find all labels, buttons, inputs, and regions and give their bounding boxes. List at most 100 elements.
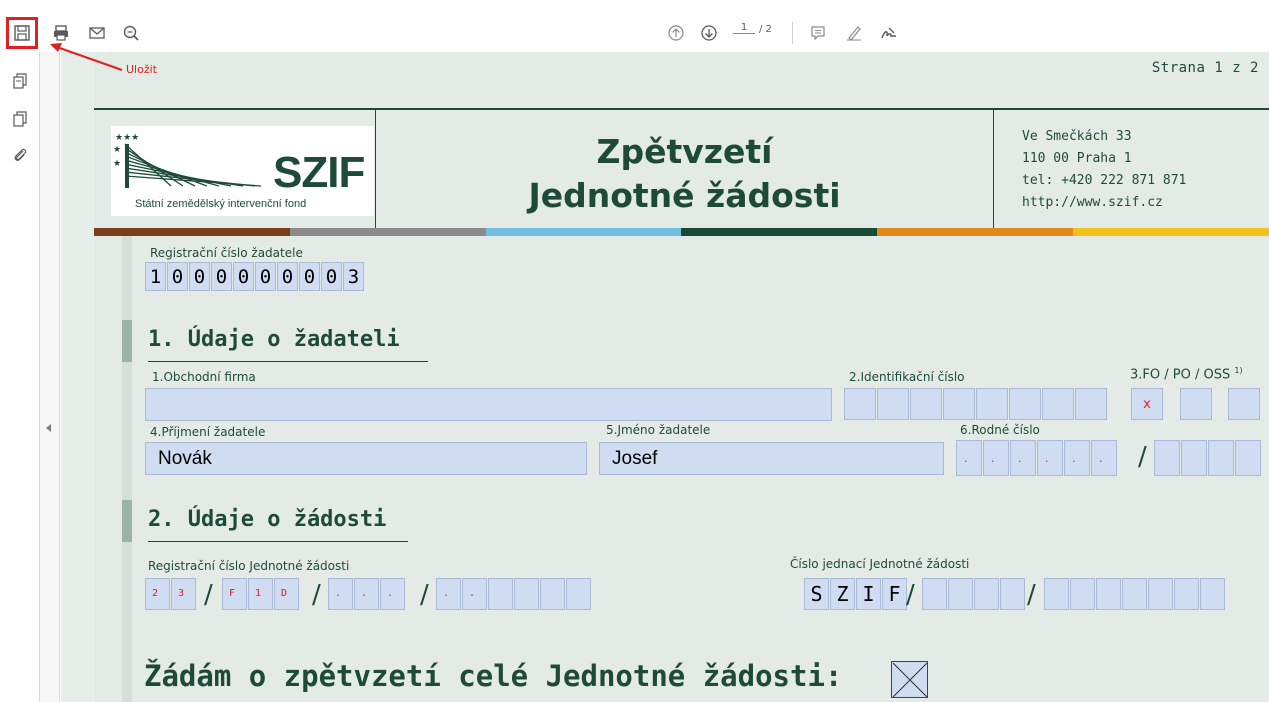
ic-cell[interactable] <box>844 388 876 420</box>
cj-cell[interactable] <box>922 578 947 610</box>
email-icon[interactable] <box>86 22 108 44</box>
reg-js-cell[interactable]: . <box>436 578 461 610</box>
withdrawal-checkbox[interactable] <box>891 661 928 698</box>
cislo-jednaci-mid[interactable] <box>922 578 1026 610</box>
cislo-jednaci-suffix[interactable] <box>1044 578 1226 610</box>
collapse-sidebar-icon[interactable] <box>46 424 51 432</box>
page-number-input[interactable]: 1 <box>733 22 755 34</box>
reg-digit[interactable]: 0 <box>321 262 342 291</box>
reg-digit[interactable]: 0 <box>255 262 276 291</box>
rc-cell[interactable] <box>1208 440 1234 476</box>
obchodni-firma-field[interactable] <box>145 388 832 421</box>
sign-icon[interactable] <box>878 22 900 44</box>
reg-js-cell[interactable]: 3 <box>171 578 196 610</box>
reg-js-cell[interactable]: . <box>462 578 487 610</box>
reg-js-boxes-a[interactable]: 2 3 <box>145 578 197 610</box>
cj-cell[interactable] <box>1122 578 1147 610</box>
title-line-2: Jednotné žádosti <box>528 176 841 215</box>
rc-cell[interactable]: . <box>1064 440 1090 476</box>
reg-js-cell[interactable]: . <box>354 578 379 610</box>
reg-digit[interactable]: 0 <box>211 262 232 291</box>
reg-number-boxes[interactable]: 1 0 0 0 0 0 0 0 0 3 <box>145 262 365 291</box>
prijmeni-field[interactable]: Novák <box>145 442 587 475</box>
fo-checkbox[interactable]: x <box>1131 388 1163 420</box>
cj-cell[interactable] <box>1000 578 1025 610</box>
cj-cell[interactable] <box>974 578 999 610</box>
cj-cell[interactable] <box>1148 578 1173 610</box>
thumbnails-icon[interactable] <box>11 72 29 90</box>
ic-cell[interactable] <box>910 388 942 420</box>
save-icon[interactable] <box>11 22 33 44</box>
reg-js-cell[interactable]: 1 <box>248 578 273 610</box>
cj-cell[interactable] <box>1200 578 1225 610</box>
reg-js-cell[interactable]: F <box>222 578 247 610</box>
cj-cell[interactable] <box>948 578 973 610</box>
rc-cell[interactable] <box>1154 440 1180 476</box>
page-up-icon[interactable] <box>665 22 687 44</box>
cj-cell[interactable]: F <box>882 578 907 610</box>
szif-logo: ★★★ ★ ★ SZIF Státní zemědělský intervenč… <box>111 126 374 216</box>
attachments-icon[interactable] <box>11 146 29 164</box>
reg-digit[interactable]: 0 <box>233 262 254 291</box>
title-strip <box>210 13 250 15</box>
fo-po-oss-label: 3.FO / PO / OSS 1) <box>1130 366 1243 382</box>
cj-cell[interactable]: I <box>856 578 881 610</box>
zoom-icon[interactable] <box>120 22 142 44</box>
ic-cell[interactable] <box>1042 388 1074 420</box>
rc-cell[interactable]: . <box>983 440 1009 476</box>
page-down-icon[interactable] <box>698 22 720 44</box>
section-marker <box>122 320 132 362</box>
rodne-cislo-boxes[interactable]: . . . . . . <box>956 440 1118 476</box>
rodne-cislo-suffix-boxes[interactable] <box>1154 440 1262 476</box>
reg-js-boxes-d[interactable]: . . <box>436 578 592 610</box>
form-header: ★★★ ★ ★ SZIF Státní zemědělský intervenč… <box>94 110 1269 228</box>
svg-text:★: ★ <box>113 159 121 169</box>
reg-digit[interactable]: 0 <box>189 262 210 291</box>
ic-cell[interactable] <box>943 388 975 420</box>
comment-icon[interactable] <box>807 22 829 44</box>
oss-checkbox[interactable] <box>1228 388 1260 420</box>
svg-text:★: ★ <box>113 145 121 155</box>
reg-digit[interactable]: 0 <box>277 262 298 291</box>
section-1-underline <box>148 361 428 362</box>
cislo-jednaci-prefix[interactable]: S Z I F <box>804 578 908 610</box>
cj-cell[interactable] <box>1096 578 1121 610</box>
highlight-icon[interactable] <box>843 22 865 44</box>
rc-cell[interactable]: . <box>956 440 982 476</box>
reg-js-cell[interactable]: 2 <box>145 578 170 610</box>
reg-digit[interactable]: 1 <box>145 262 166 291</box>
ic-cell[interactable] <box>1075 388 1107 420</box>
reg-js-cell[interactable]: . <box>328 578 353 610</box>
rodne-cislo-label: 6.Rodné číslo <box>960 423 1040 437</box>
reg-js-cell[interactable]: D <box>274 578 299 610</box>
print-icon[interactable] <box>50 22 72 44</box>
ic-cell[interactable] <box>877 388 909 420</box>
reg-js-cell[interactable] <box>566 578 591 610</box>
cj-cell[interactable] <box>1070 578 1095 610</box>
rc-cell[interactable] <box>1235 440 1261 476</box>
reg-digit[interactable]: 3 <box>343 262 364 291</box>
ic-cell[interactable] <box>976 388 1008 420</box>
reg-js-cell[interactable]: . <box>380 578 405 610</box>
cj-cell[interactable]: Z <box>830 578 855 610</box>
reg-js-boxes-c[interactable]: . . . <box>328 578 406 610</box>
rc-cell[interactable]: . <box>1010 440 1036 476</box>
reg-digit[interactable]: 0 <box>299 262 320 291</box>
rc-cell[interactable] <box>1181 440 1207 476</box>
po-checkbox[interactable] <box>1180 388 1212 420</box>
obchodni-firma-label: 1.Obchodní firma <box>152 370 256 384</box>
reg-js-cell[interactable] <box>540 578 565 610</box>
ic-cell[interactable] <box>1009 388 1041 420</box>
reg-js-boxes-b[interactable]: F 1 D <box>222 578 300 610</box>
cj-cell[interactable]: S <box>804 578 829 610</box>
identifikacni-cislo-boxes[interactable] <box>844 388 1108 420</box>
pages-icon[interactable] <box>11 110 29 128</box>
rc-cell[interactable]: . <box>1037 440 1063 476</box>
reg-digit[interactable]: 0 <box>167 262 188 291</box>
cj-cell[interactable] <box>1044 578 1069 610</box>
cj-cell[interactable] <box>1174 578 1199 610</box>
reg-js-cell[interactable] <box>514 578 539 610</box>
reg-js-cell[interactable] <box>488 578 513 610</box>
rc-cell[interactable]: . <box>1091 440 1117 476</box>
jmeno-field[interactable]: Josef <box>599 442 944 475</box>
